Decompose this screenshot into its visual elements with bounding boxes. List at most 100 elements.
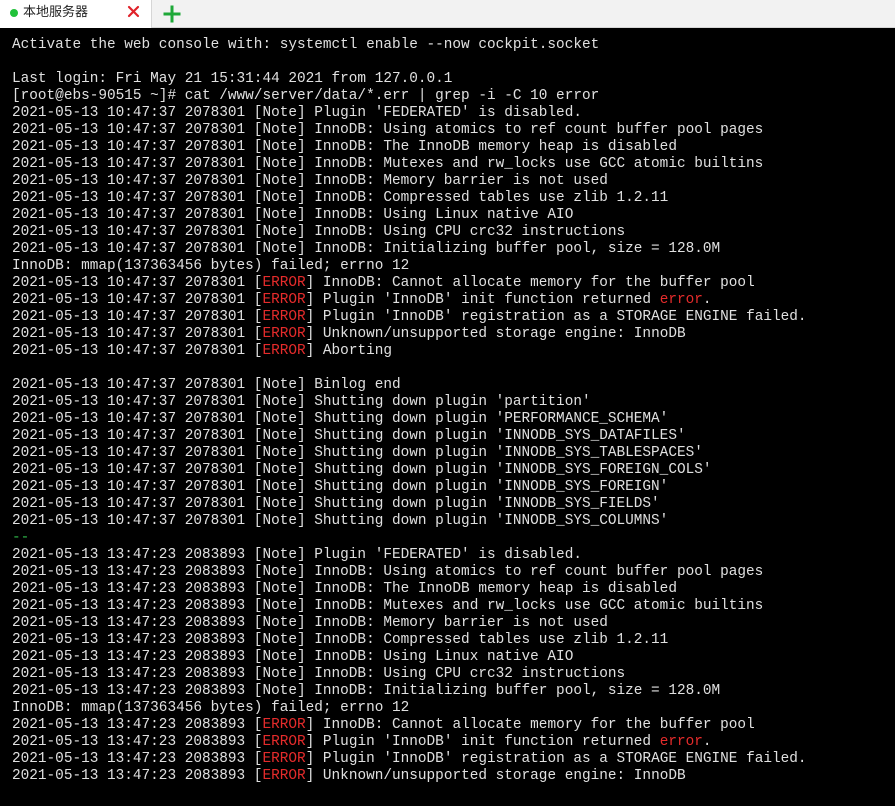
error-keyword: ERROR bbox=[262, 734, 306, 750]
error-keyword: ERROR bbox=[262, 717, 306, 733]
error-keyword: ERROR bbox=[262, 751, 306, 767]
terminal-line: 2021-05-13 13:47:23 2083893 [Note] InnoD… bbox=[12, 683, 807, 700]
terminal-line: 2021-05-13 13:47:23 2083893 [Note] InnoD… bbox=[12, 598, 807, 615]
error-keyword: error bbox=[659, 292, 703, 308]
line-text: ] Plugin 'InnoDB' init function returned bbox=[305, 292, 660, 308]
error-keyword: ERROR bbox=[262, 292, 306, 308]
error-keyword: ERROR bbox=[262, 768, 306, 784]
terminal-line: 2021-05-13 10:47:37 2078301 [Note] InnoD… bbox=[12, 139, 807, 156]
line-text: 2021-05-13 10:47:37 2078301 [Note] Shutt… bbox=[12, 394, 591, 410]
tab-bar: 本地服务器 bbox=[0, 0, 895, 28]
terminal-line: -- bbox=[12, 530, 807, 547]
line-text: 2021-05-13 10:47:37 2078301 [Note] InnoD… bbox=[12, 156, 764, 172]
line-text: 2021-05-13 13:47:23 2083893 [ bbox=[12, 717, 263, 733]
error-keyword: ERROR bbox=[262, 275, 306, 291]
line-text: 2021-05-13 10:47:37 2078301 [Note] Binlo… bbox=[12, 377, 401, 393]
line-text: 2021-05-13 10:47:37 2078301 [ bbox=[12, 343, 263, 359]
terminal-line: 2021-05-13 13:47:23 2083893 [Note] InnoD… bbox=[12, 564, 807, 581]
line-text: 2021-05-13 10:47:37 2078301 [Note] Shutt… bbox=[12, 462, 712, 478]
terminal-line: 2021-05-13 10:47:37 2078301 [Note] InnoD… bbox=[12, 173, 807, 190]
line-text: 2021-05-13 10:47:37 2078301 [Note] Shutt… bbox=[12, 496, 660, 512]
line-text: 2021-05-13 13:47:23 2083893 [ bbox=[12, 768, 263, 784]
error-keyword: error bbox=[659, 734, 703, 750]
line-text: 2021-05-13 10:47:37 2078301 [ bbox=[12, 292, 263, 308]
terminal-line: 2021-05-13 10:47:37 2078301 [Note] Plugi… bbox=[12, 105, 807, 122]
line-text: 2021-05-13 10:47:37 2078301 [Note] InnoD… bbox=[12, 173, 608, 189]
line-text: 2021-05-13 10:47:37 2078301 [Note] InnoD… bbox=[12, 241, 721, 257]
terminal-line: 2021-05-13 10:47:37 2078301 [Note] Binlo… bbox=[12, 377, 807, 394]
terminal-line: 2021-05-13 10:47:37 2078301 [ERROR] Abor… bbox=[12, 343, 807, 360]
terminal-line: [root@ebs-90515 ~]# cat /www/server/data… bbox=[12, 88, 807, 105]
terminal-line: 2021-05-13 13:47:23 2083893 [ERROR] Unkn… bbox=[12, 768, 807, 785]
line-text: 2021-05-13 10:47:37 2078301 [Note] InnoD… bbox=[12, 207, 574, 223]
tab-local-server[interactable]: 本地服务器 bbox=[0, 0, 152, 28]
terminal-line: 2021-05-13 10:47:37 2078301 [ERROR] Plug… bbox=[12, 292, 807, 309]
line-text: [root@ebs-90515 ~]# cat /www/server/data… bbox=[12, 88, 600, 104]
line-text: 2021-05-13 10:47:37 2078301 [Note] Shutt… bbox=[12, 479, 669, 495]
line-text: 2021-05-13 13:47:23 2083893 [Note] InnoD… bbox=[12, 632, 669, 648]
terminal-line: 2021-05-13 10:47:37 2078301 [Note] Shutt… bbox=[12, 496, 807, 513]
line-text: 2021-05-13 13:47:23 2083893 [Note] InnoD… bbox=[12, 564, 764, 580]
line-text: 2021-05-13 10:47:37 2078301 [Note] Shutt… bbox=[12, 513, 669, 529]
line-text: 2021-05-13 10:47:37 2078301 [Note] Shutt… bbox=[12, 428, 686, 444]
error-keyword: ERROR bbox=[262, 326, 306, 342]
terminal-line: Last login: Fri May 21 15:31:44 2021 fro… bbox=[12, 71, 807, 88]
terminal-line: 2021-05-13 10:47:37 2078301 [Note] Shutt… bbox=[12, 428, 807, 445]
error-keyword: ERROR bbox=[262, 309, 306, 325]
status-dot-icon bbox=[10, 9, 18, 17]
terminal-line: 2021-05-13 13:47:23 2083893 [ERROR] Inno… bbox=[12, 717, 807, 734]
terminal-line: 2021-05-13 10:47:37 2078301 [Note] InnoD… bbox=[12, 241, 807, 258]
terminal-line: 2021-05-13 13:47:23 2083893 [Note] InnoD… bbox=[12, 615, 807, 632]
line-text: 2021-05-13 10:47:37 2078301 [Note] Shutt… bbox=[12, 445, 703, 461]
line-text: 2021-05-13 10:47:37 2078301 [Note] InnoD… bbox=[12, 139, 677, 155]
terminal-line: 2021-05-13 10:47:37 2078301 [Note] Shutt… bbox=[12, 411, 807, 428]
terminal-line: 2021-05-13 13:47:23 2083893 [ERROR] Plug… bbox=[12, 751, 807, 768]
terminal-line: 2021-05-13 13:47:23 2083893 [Note] Plugi… bbox=[12, 547, 807, 564]
error-keyword: ERROR bbox=[262, 343, 306, 359]
line-text: InnoDB: mmap(137363456 bytes) failed; er… bbox=[12, 258, 410, 274]
line-text: ] Unknown/unsupported storage engine: In… bbox=[305, 768, 686, 784]
line-text: 2021-05-13 13:47:23 2083893 [ bbox=[12, 751, 263, 767]
terminal-line: 2021-05-13 10:47:37 2078301 [Note] InnoD… bbox=[12, 224, 807, 241]
line-text: 2021-05-13 10:47:37 2078301 [Note] InnoD… bbox=[12, 224, 626, 240]
terminal-line: 2021-05-13 13:47:23 2083893 [ERROR] Plug… bbox=[12, 734, 807, 751]
line-text: Activate the web console with: systemctl… bbox=[12, 37, 600, 53]
line-text: 2021-05-13 13:47:23 2083893 [Note] InnoD… bbox=[12, 683, 721, 699]
line-text: 2021-05-13 10:47:37 2078301 [Note] Shutt… bbox=[12, 411, 669, 427]
line-text: 2021-05-13 10:47:37 2078301 [ bbox=[12, 309, 263, 325]
terminal-line: 2021-05-13 10:47:37 2078301 [Note] InnoD… bbox=[12, 122, 807, 139]
terminal-output[interactable]: Activate the web console with: systemctl… bbox=[0, 28, 895, 806]
match-separator: -- bbox=[12, 530, 30, 546]
tab-label: 本地服务器 bbox=[23, 5, 89, 20]
plus-icon[interactable] bbox=[160, 2, 184, 26]
terminal-line: 2021-05-13 10:47:37 2078301 [Note] Shutt… bbox=[12, 513, 807, 530]
terminal-line: Activate the web console with: systemctl… bbox=[12, 37, 807, 54]
line-text: ] InnoDB: Cannot allocate memory for the… bbox=[305, 717, 755, 733]
terminal-line: 2021-05-13 10:47:37 2078301 [Note] Shutt… bbox=[12, 394, 807, 411]
terminal-line: InnoDB: mmap(137363456 bytes) failed; er… bbox=[12, 258, 807, 275]
line-text: 2021-05-13 10:47:37 2078301 [Note] Plugi… bbox=[12, 105, 582, 121]
terminal-line: 2021-05-13 10:47:37 2078301 [ERROR] Plug… bbox=[12, 309, 807, 326]
terminal-line: 2021-05-13 13:47:23 2083893 [Note] InnoD… bbox=[12, 581, 807, 598]
line-text: 2021-05-13 13:47:23 2083893 [Note] InnoD… bbox=[12, 649, 574, 665]
line-text: . bbox=[702, 292, 712, 308]
line-text: 2021-05-13 13:47:23 2083893 [Note] InnoD… bbox=[12, 581, 677, 597]
line-text: 2021-05-13 13:47:23 2083893 [Note] InnoD… bbox=[12, 666, 626, 682]
close-icon[interactable] bbox=[124, 2, 144, 22]
line-text: 2021-05-13 10:47:37 2078301 [ bbox=[12, 326, 263, 342]
line-text: 2021-05-13 13:47:23 2083893 [Note] InnoD… bbox=[12, 598, 764, 614]
terminal-line: 2021-05-13 13:47:23 2083893 [Note] InnoD… bbox=[12, 666, 807, 683]
terminal-line: 2021-05-13 10:47:37 2078301 [Note] Shutt… bbox=[12, 479, 807, 496]
line-text: 2021-05-13 13:47:23 2083893 [Note] Plugi… bbox=[12, 547, 582, 563]
line-text: Last login: Fri May 21 15:31:44 2021 fro… bbox=[12, 71, 453, 87]
terminal-line: 2021-05-13 10:47:37 2078301 [Note] InnoD… bbox=[12, 156, 807, 173]
line-text: 2021-05-13 13:47:23 2083893 [Note] InnoD… bbox=[12, 615, 608, 631]
line-text: 2021-05-13 10:47:37 2078301 [Note] InnoD… bbox=[12, 190, 669, 206]
line-text: ] Unknown/unsupported storage engine: In… bbox=[305, 326, 686, 342]
line-text: 2021-05-13 13:47:23 2083893 [ bbox=[12, 734, 263, 750]
line-text: 2021-05-13 10:47:37 2078301 [Note] InnoD… bbox=[12, 122, 764, 138]
terminal-line: 2021-05-13 10:47:37 2078301 [ERROR] Inno… bbox=[12, 275, 807, 292]
line-text: ] Aborting bbox=[305, 343, 392, 359]
